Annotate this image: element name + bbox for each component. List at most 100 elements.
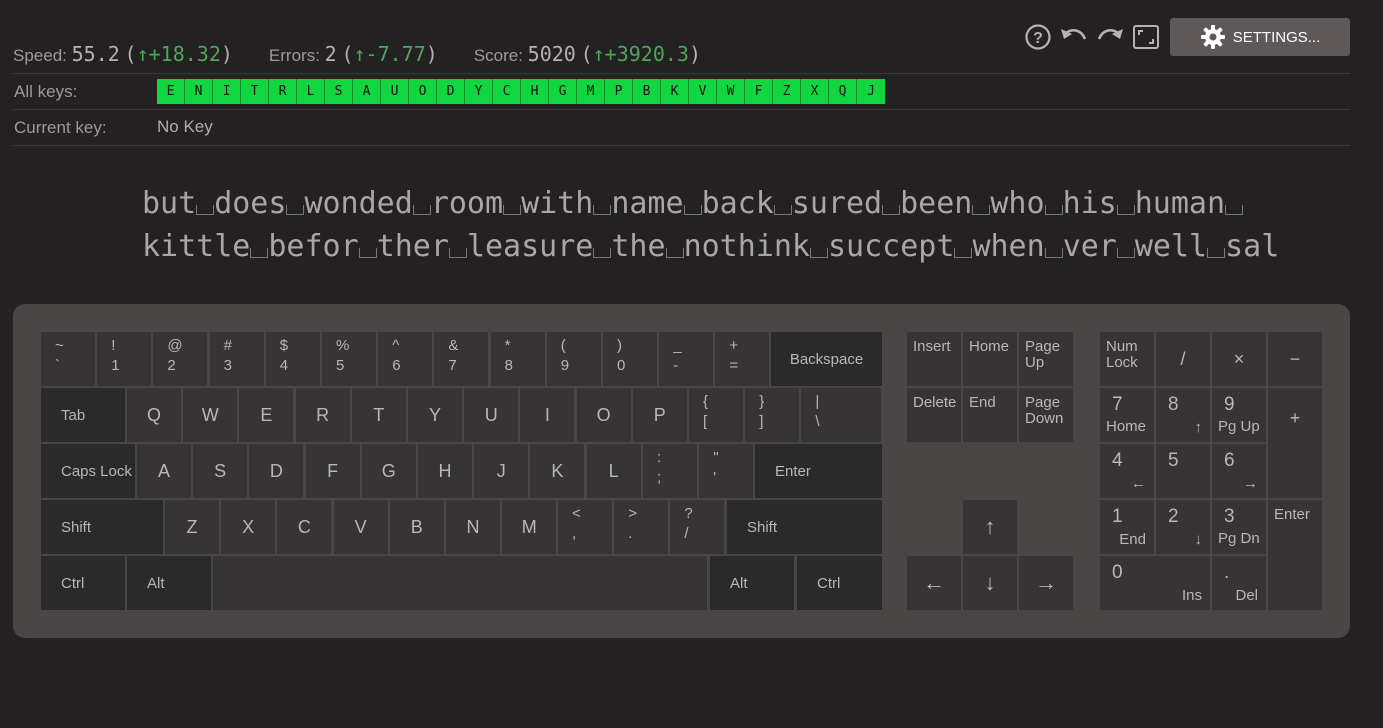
alt-left-key[interactable]: Alt	[127, 556, 211, 610]
key-r[interactable]: R	[295, 388, 350, 442]
key-sym-1[interactable]: " '	[699, 444, 754, 498]
backspace-key[interactable]: Backspace	[771, 332, 882, 386]
delete-key[interactable]: Delete	[907, 388, 961, 442]
fullscreen-icon[interactable]	[1131, 22, 1161, 52]
key-w[interactable]: W	[183, 388, 238, 442]
key-\[interactable]: | \	[801, 388, 882, 442]
undo-icon[interactable]	[1059, 22, 1089, 52]
key-f[interactable]: F	[305, 444, 360, 498]
key-e[interactable]: E	[239, 388, 294, 442]
key-u[interactable]: U	[464, 388, 519, 442]
key-label: E	[260, 404, 273, 425]
ctrl-right-key[interactable]: Ctrl	[797, 556, 882, 610]
insert-key[interactable]: Insert	[907, 332, 961, 386]
key-sym4-2[interactable]: ? /	[670, 500, 725, 554]
arrow-up-key[interactable]: ↑	[963, 500, 1017, 554]
numpad-8-key[interactable]: 8 ↑	[1156, 388, 1210, 442]
arrow-left-key[interactable]: ←	[907, 556, 961, 610]
numpad-enter-key[interactable]: Enter	[1268, 500, 1322, 610]
key-2[interactable]: @2	[153, 332, 208, 386]
key-3[interactable]: #3	[209, 332, 264, 386]
numpad-plus-key[interactable]: +	[1268, 388, 1322, 498]
numpad-multiply-key[interactable]: ×	[1212, 332, 1266, 386]
key-x[interactable]: X	[221, 500, 276, 554]
text-word: ther	[376, 229, 449, 264]
redo-icon[interactable]	[1095, 22, 1125, 52]
key-[[interactable]: {[	[689, 388, 743, 442]
key-o[interactable]: O	[576, 388, 631, 442]
tab-key[interactable]: Tab	[41, 388, 125, 442]
end-key[interactable]: End	[963, 388, 1017, 442]
key-0[interactable]: ) 0	[603, 332, 657, 386]
key-g[interactable]: G	[361, 444, 416, 498]
page-up-key[interactable]: Page Up	[1019, 332, 1073, 386]
key-i[interactable]: I	[520, 388, 575, 442]
key-chip: Y	[465, 79, 493, 104]
key-s[interactable]: S	[193, 444, 248, 498]
speed-value: 55.2	[71, 42, 120, 66]
key-k[interactable]: K	[530, 444, 585, 498]
key-label: >	[628, 505, 637, 522]
numpad-divide-key[interactable]: /	[1156, 332, 1210, 386]
settings-button[interactable]: SETTINGS...	[1170, 18, 1350, 56]
numpad-1-key[interactable]: 1 End	[1100, 500, 1154, 554]
key-9[interactable]: (9	[546, 332, 601, 386]
key-h[interactable]: H	[418, 444, 472, 498]
key-p[interactable]: P	[632, 388, 687, 442]
home-key[interactable]: Home	[963, 332, 1017, 386]
numpad-4-key[interactable]: 4 ←	[1100, 444, 1154, 498]
numpad-6-key[interactable]: 6 →	[1212, 444, 1266, 498]
alt-right-key[interactable]: Alt	[710, 556, 794, 610]
key-label: C	[297, 516, 311, 537]
help-circle-icon[interactable]: ?	[1023, 22, 1053, 52]
key-v[interactable]: V	[333, 500, 388, 554]
numpad-0-key[interactable]: 0 Ins	[1100, 556, 1210, 610]
key-1[interactable]: ! 1	[97, 332, 152, 386]
key-8[interactable]: * 8	[490, 332, 545, 386]
key-][interactable]: }]	[745, 388, 800, 442]
key-d[interactable]: D	[249, 444, 304, 498]
key-z[interactable]: Z	[165, 500, 219, 554]
numpad-decimal-key[interactable]: . Del	[1212, 556, 1266, 610]
key-sym4-1[interactable]: >.	[614, 500, 669, 554]
page-down-key[interactable]: Page Down	[1019, 388, 1073, 442]
numpad-3-key[interactable]: 3 Pg Dn	[1212, 500, 1266, 554]
numpad-5-key[interactable]: 5	[1156, 444, 1210, 498]
shift-left-key[interactable]: Shift	[41, 500, 163, 554]
numpad-minus-key[interactable]: −	[1268, 332, 1322, 386]
key-label: Home	[1106, 418, 1147, 435]
key-q[interactable]: Q	[127, 388, 181, 442]
arrow-down-key[interactable]: ↓	[963, 556, 1017, 610]
caps-lock-key[interactable]: Caps Lock	[41, 444, 135, 498]
key-=[interactable]: + =	[715, 332, 770, 386]
key-4[interactable]: $4	[265, 332, 320, 386]
ctrl-left-key[interactable]: Ctrl	[41, 556, 125, 610]
key-y[interactable]: Y	[408, 388, 462, 442]
key-l[interactable]: L	[586, 444, 641, 498]
space-key[interactable]	[213, 556, 707, 610]
key-`[interactable]: ~ `	[41, 332, 95, 386]
key-sym4-0[interactable]: <,	[558, 500, 612, 554]
key-b[interactable]: B	[389, 500, 444, 554]
numpad-9-key[interactable]: 9 Pg Up	[1212, 388, 1266, 442]
key-m[interactable]: M	[502, 500, 557, 554]
key-n[interactable]: N	[446, 500, 500, 554]
text-word: back	[701, 186, 774, 221]
numpad-2-key[interactable]: 2 ↓	[1156, 500, 1210, 554]
space-marker	[773, 205, 792, 215]
key-5[interactable]: % 5	[322, 332, 376, 386]
key-label: +	[1289, 408, 1301, 428]
arrow-right-key[interactable]: →	[1019, 556, 1073, 610]
enter-key[interactable]: Enter	[755, 444, 882, 498]
key-sym-0[interactable]: :;	[643, 444, 697, 498]
key-j[interactable]: J	[474, 444, 529, 498]
key-t[interactable]: T	[351, 388, 406, 442]
shift-right-key[interactable]: Shift	[727, 500, 882, 554]
key-c[interactable]: C	[277, 500, 332, 554]
key-a[interactable]: A	[137, 444, 191, 498]
numpad-7-key[interactable]: 7 Home	[1100, 388, 1154, 442]
key-7[interactable]: & 7	[434, 332, 489, 386]
num-lock-key[interactable]: Num Lock	[1100, 332, 1154, 386]
key--[interactable]: _ -	[659, 332, 714, 386]
key-6[interactable]: ^ 6	[378, 332, 433, 386]
